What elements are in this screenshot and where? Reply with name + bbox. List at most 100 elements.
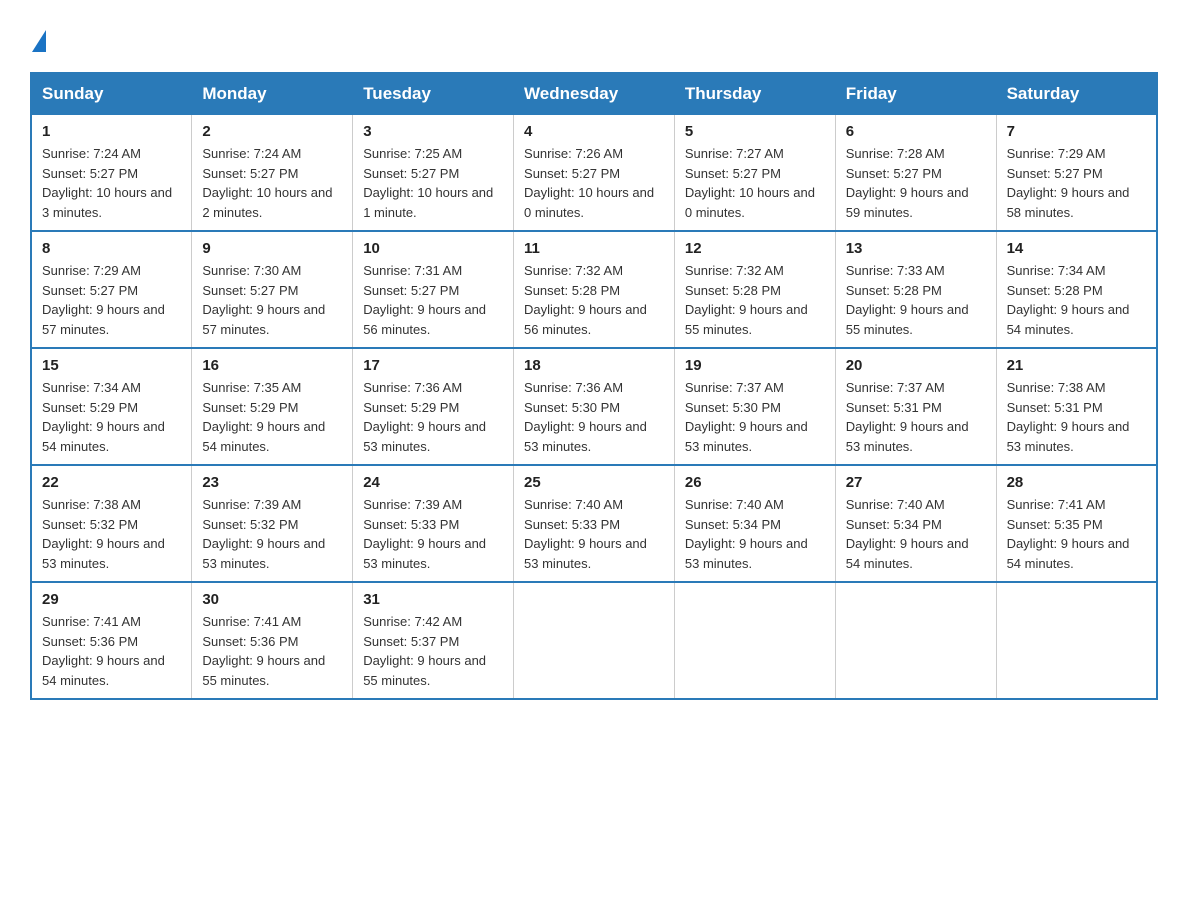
day-number: 18 [524, 357, 664, 374]
day-info: Sunrise: 7:39 AMSunset: 5:33 PMDaylight:… [363, 495, 503, 573]
calendar-cell: 23 Sunrise: 7:39 AMSunset: 5:32 PMDaylig… [192, 465, 353, 582]
calendar-cell: 17 Sunrise: 7:36 AMSunset: 5:29 PMDaylig… [353, 348, 514, 465]
day-number: 6 [846, 123, 986, 140]
day-info: Sunrise: 7:41 AMSunset: 5:35 PMDaylight:… [1007, 495, 1146, 573]
weekday-header-saturday: Saturday [996, 73, 1157, 115]
day-info: Sunrise: 7:26 AMSunset: 5:27 PMDaylight:… [524, 144, 664, 222]
day-number: 31 [363, 591, 503, 608]
day-number: 4 [524, 123, 664, 140]
calendar-cell: 30 Sunrise: 7:41 AMSunset: 5:36 PMDaylig… [192, 582, 353, 699]
calendar-cell: 8 Sunrise: 7:29 AMSunset: 5:27 PMDayligh… [31, 231, 192, 348]
page-header [30, 20, 1158, 52]
day-info: Sunrise: 7:35 AMSunset: 5:29 PMDaylight:… [202, 378, 342, 456]
calendar-cell: 6 Sunrise: 7:28 AMSunset: 5:27 PMDayligh… [835, 115, 996, 232]
calendar-cell: 9 Sunrise: 7:30 AMSunset: 5:27 PMDayligh… [192, 231, 353, 348]
calendar-cell: 29 Sunrise: 7:41 AMSunset: 5:36 PMDaylig… [31, 582, 192, 699]
week-row-5: 29 Sunrise: 7:41 AMSunset: 5:36 PMDaylig… [31, 582, 1157, 699]
day-number: 16 [202, 357, 342, 374]
day-info: Sunrise: 7:25 AMSunset: 5:27 PMDaylight:… [363, 144, 503, 222]
calendar-cell: 31 Sunrise: 7:42 AMSunset: 5:37 PMDaylig… [353, 582, 514, 699]
calendar-header-row: SundayMondayTuesdayWednesdayThursdayFrid… [31, 73, 1157, 115]
day-number: 26 [685, 474, 825, 491]
week-row-3: 15 Sunrise: 7:34 AMSunset: 5:29 PMDaylig… [31, 348, 1157, 465]
calendar-cell: 3 Sunrise: 7:25 AMSunset: 5:27 PMDayligh… [353, 115, 514, 232]
calendar-cell: 18 Sunrise: 7:36 AMSunset: 5:30 PMDaylig… [514, 348, 675, 465]
day-number: 9 [202, 240, 342, 257]
day-number: 25 [524, 474, 664, 491]
calendar-cell: 27 Sunrise: 7:40 AMSunset: 5:34 PMDaylig… [835, 465, 996, 582]
calendar-cell: 11 Sunrise: 7:32 AMSunset: 5:28 PMDaylig… [514, 231, 675, 348]
day-number: 17 [363, 357, 503, 374]
day-info: Sunrise: 7:34 AMSunset: 5:28 PMDaylight:… [1007, 261, 1146, 339]
day-info: Sunrise: 7:40 AMSunset: 5:34 PMDaylight:… [685, 495, 825, 573]
day-info: Sunrise: 7:30 AMSunset: 5:27 PMDaylight:… [202, 261, 342, 339]
calendar-cell: 24 Sunrise: 7:39 AMSunset: 5:33 PMDaylig… [353, 465, 514, 582]
day-number: 21 [1007, 357, 1146, 374]
day-info: Sunrise: 7:29 AMSunset: 5:27 PMDaylight:… [42, 261, 181, 339]
week-row-2: 8 Sunrise: 7:29 AMSunset: 5:27 PMDayligh… [31, 231, 1157, 348]
weekday-header-sunday: Sunday [31, 73, 192, 115]
calendar-cell: 22 Sunrise: 7:38 AMSunset: 5:32 PMDaylig… [31, 465, 192, 582]
weekday-header-thursday: Thursday [674, 73, 835, 115]
calendar-cell: 16 Sunrise: 7:35 AMSunset: 5:29 PMDaylig… [192, 348, 353, 465]
day-info: Sunrise: 7:34 AMSunset: 5:29 PMDaylight:… [42, 378, 181, 456]
calendar-cell [835, 582, 996, 699]
day-info: Sunrise: 7:32 AMSunset: 5:28 PMDaylight:… [685, 261, 825, 339]
day-info: Sunrise: 7:40 AMSunset: 5:34 PMDaylight:… [846, 495, 986, 573]
day-info: Sunrise: 7:24 AMSunset: 5:27 PMDaylight:… [42, 144, 181, 222]
calendar-cell: 21 Sunrise: 7:38 AMSunset: 5:31 PMDaylig… [996, 348, 1157, 465]
day-number: 28 [1007, 474, 1146, 491]
day-info: Sunrise: 7:41 AMSunset: 5:36 PMDaylight:… [42, 612, 181, 690]
day-number: 27 [846, 474, 986, 491]
day-number: 2 [202, 123, 342, 140]
logo-triangle-icon [32, 30, 46, 52]
day-info: Sunrise: 7:28 AMSunset: 5:27 PMDaylight:… [846, 144, 986, 222]
day-info: Sunrise: 7:36 AMSunset: 5:30 PMDaylight:… [524, 378, 664, 456]
day-number: 30 [202, 591, 342, 608]
day-info: Sunrise: 7:32 AMSunset: 5:28 PMDaylight:… [524, 261, 664, 339]
calendar-cell: 1 Sunrise: 7:24 AMSunset: 5:27 PMDayligh… [31, 115, 192, 232]
calendar-cell: 19 Sunrise: 7:37 AMSunset: 5:30 PMDaylig… [674, 348, 835, 465]
day-number: 14 [1007, 240, 1146, 257]
day-info: Sunrise: 7:39 AMSunset: 5:32 PMDaylight:… [202, 495, 342, 573]
day-number: 23 [202, 474, 342, 491]
day-info: Sunrise: 7:24 AMSunset: 5:27 PMDaylight:… [202, 144, 342, 222]
calendar-cell: 7 Sunrise: 7:29 AMSunset: 5:27 PMDayligh… [996, 115, 1157, 232]
week-row-1: 1 Sunrise: 7:24 AMSunset: 5:27 PMDayligh… [31, 115, 1157, 232]
weekday-header-tuesday: Tuesday [353, 73, 514, 115]
calendar-cell: 28 Sunrise: 7:41 AMSunset: 5:35 PMDaylig… [996, 465, 1157, 582]
calendar-cell [674, 582, 835, 699]
calendar-table: SundayMondayTuesdayWednesdayThursdayFrid… [30, 72, 1158, 700]
calendar-cell: 26 Sunrise: 7:40 AMSunset: 5:34 PMDaylig… [674, 465, 835, 582]
day-info: Sunrise: 7:37 AMSunset: 5:31 PMDaylight:… [846, 378, 986, 456]
calendar-cell: 15 Sunrise: 7:34 AMSunset: 5:29 PMDaylig… [31, 348, 192, 465]
calendar-cell: 2 Sunrise: 7:24 AMSunset: 5:27 PMDayligh… [192, 115, 353, 232]
day-number: 7 [1007, 123, 1146, 140]
day-number: 19 [685, 357, 825, 374]
day-info: Sunrise: 7:40 AMSunset: 5:33 PMDaylight:… [524, 495, 664, 573]
day-number: 3 [363, 123, 503, 140]
day-number: 12 [685, 240, 825, 257]
day-number: 24 [363, 474, 503, 491]
calendar-cell: 4 Sunrise: 7:26 AMSunset: 5:27 PMDayligh… [514, 115, 675, 232]
calendar-cell: 5 Sunrise: 7:27 AMSunset: 5:27 PMDayligh… [674, 115, 835, 232]
day-number: 13 [846, 240, 986, 257]
day-info: Sunrise: 7:38 AMSunset: 5:32 PMDaylight:… [42, 495, 181, 573]
day-info: Sunrise: 7:31 AMSunset: 5:27 PMDaylight:… [363, 261, 503, 339]
calendar-cell: 14 Sunrise: 7:34 AMSunset: 5:28 PMDaylig… [996, 231, 1157, 348]
day-number: 5 [685, 123, 825, 140]
weekday-header-wednesday: Wednesday [514, 73, 675, 115]
day-info: Sunrise: 7:29 AMSunset: 5:27 PMDaylight:… [1007, 144, 1146, 222]
day-number: 20 [846, 357, 986, 374]
calendar-cell [996, 582, 1157, 699]
day-info: Sunrise: 7:36 AMSunset: 5:29 PMDaylight:… [363, 378, 503, 456]
day-number: 1 [42, 123, 181, 140]
day-info: Sunrise: 7:33 AMSunset: 5:28 PMDaylight:… [846, 261, 986, 339]
day-number: 15 [42, 357, 181, 374]
day-info: Sunrise: 7:37 AMSunset: 5:30 PMDaylight:… [685, 378, 825, 456]
day-info: Sunrise: 7:27 AMSunset: 5:27 PMDaylight:… [685, 144, 825, 222]
day-number: 29 [42, 591, 181, 608]
calendar-cell: 13 Sunrise: 7:33 AMSunset: 5:28 PMDaylig… [835, 231, 996, 348]
logo [30, 30, 46, 52]
day-number: 8 [42, 240, 181, 257]
